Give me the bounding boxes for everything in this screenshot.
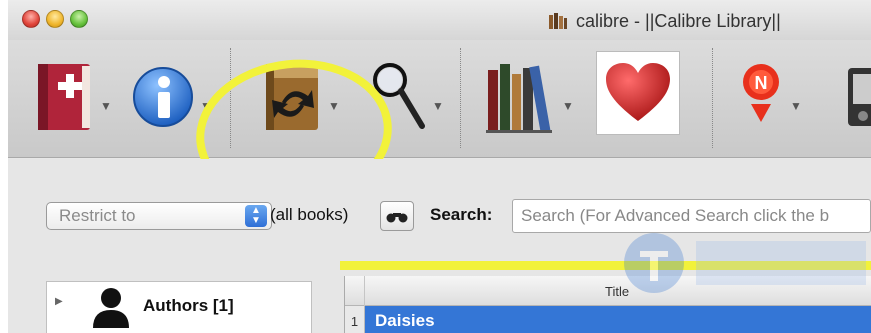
library-button[interactable]: ▼ <box>484 58 574 136</box>
add-books-dropdown-arrow[interactable]: ▼ <box>100 99 112 113</box>
highlight-underline <box>340 261 871 270</box>
add-books-button[interactable]: ▼ <box>36 58 112 136</box>
person-icon <box>93 288 129 328</box>
close-window-button[interactable] <box>22 10 40 28</box>
search-row: Restrict to ▲ ▼ (all books) Search: Searc… <box>8 159 871 259</box>
heart-icon <box>606 63 670 121</box>
device-icon <box>848 68 871 126</box>
fetch-news-dropdown-arrow[interactable]: ▼ <box>790 99 802 113</box>
magnifier-icon <box>373 63 425 129</box>
red-book-plus-icon <box>38 64 90 130</box>
restrict-to-label: Restrict to <box>59 206 136 225</box>
table-row[interactable]: 1 Daisies <box>345 306 871 333</box>
info-icon <box>133 67 193 127</box>
main-toolbar: ▼ ▼ ▼ ▼ ▼ N ▼ <box>8 40 871 216</box>
edit-metadata-dropdown-arrow[interactable]: ▼ <box>200 99 212 113</box>
toolbar-separator <box>460 48 461 148</box>
row-number: 1 <box>345 306 365 333</box>
toolbar-separator <box>712 48 713 148</box>
edit-metadata-button[interactable]: ▼ <box>132 58 212 136</box>
book-title-cell[interactable]: Daisies <box>375 311 435 331</box>
saved-search-button[interactable] <box>380 201 414 231</box>
restrict-to-select[interactable]: Restrict to ▲ ▼ <box>46 202 272 230</box>
convert-books-dropdown-arrow[interactable]: ▼ <box>328 99 340 113</box>
toolbar-separator <box>230 48 231 148</box>
convert-books-button[interactable]: ▼ <box>264 58 340 136</box>
window-title: calibre - ||Calibre Library|| <box>548 11 781 31</box>
view-dropdown-arrow[interactable]: ▼ <box>432 99 444 113</box>
news-icon: N <box>743 64 779 122</box>
tag-browser-item-label: Authors [1] <box>143 296 234 315</box>
column-header-title[interactable]: Title <box>605 284 629 299</box>
library-view: ▶ Authors [1] Title 1 Daisies <box>8 259 871 333</box>
donate-button[interactable] <box>596 51 680 135</box>
convert-book-icon <box>266 64 318 130</box>
header-corner <box>345 276 365 306</box>
binoculars-icon <box>386 213 408 223</box>
view-button[interactable]: ▼ <box>370 58 444 136</box>
zoom-window-button[interactable] <box>70 10 88 28</box>
window-title-text: calibre - ||Calibre Library|| <box>576 10 781 31</box>
title-bar: calibre - ||Calibre Library|| <box>8 0 871 40</box>
fetch-news-button[interactable]: N ▼ <box>738 58 802 136</box>
tag-browser: ▶ Authors [1] <box>46 281 312 333</box>
library-books-icon <box>486 64 552 133</box>
table-header: Title <box>345 276 871 306</box>
library-dropdown-arrow[interactable]: ▼ <box>562 99 574 113</box>
device-button[interactable] <box>844 58 871 136</box>
svg-text:N: N <box>755 73 768 93</box>
minimize-window-button[interactable] <box>46 10 64 28</box>
books-table: Title 1 Daisies <box>344 276 871 333</box>
calibre-app-icon <box>549 13 567 29</box>
calibre-window: calibre - ||Calibre Library|| ▼ ▼ ▼ ▼ ▼ … <box>8 0 871 333</box>
expand-arrow-icon[interactable]: ▶ <box>55 296 63 307</box>
select-stepper-icon: ▲ ▼ <box>245 205 267 227</box>
search-label: Search: <box>430 205 493 224</box>
all-books-label: (all books) <box>270 205 349 224</box>
search-input[interactable]: Search (For Advanced Search click the b <box>512 199 871 233</box>
